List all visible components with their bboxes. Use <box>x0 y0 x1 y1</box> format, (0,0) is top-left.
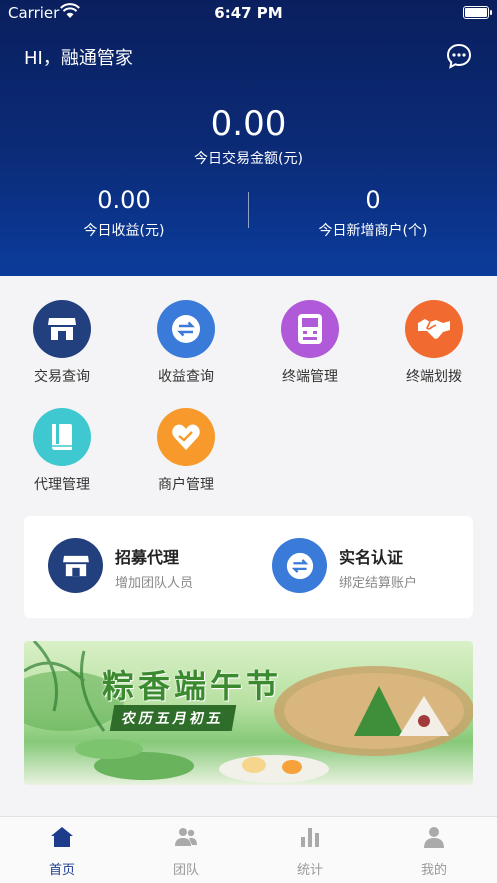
menu-label: 终端管理 <box>282 369 338 385</box>
tab-team[interactable]: 团队 <box>124 825 248 878</box>
tab-profile[interactable]: 我的 <box>372 825 496 878</box>
menu-label: 收益查询 <box>158 369 214 385</box>
new-merchants-stat: 0 今日新增商户(个) <box>249 186 497 240</box>
tab-label: 我的 <box>420 863 447 878</box>
home-icon <box>51 827 73 847</box>
exchange-icon <box>272 538 327 593</box>
card-title: 招募代理 <box>115 548 180 567</box>
store-icon <box>33 300 91 358</box>
store-icon <box>48 538 103 593</box>
tab-label: 统计 <box>296 863 323 878</box>
verification-button[interactable]: 实名认证 绑定结算账户 <box>272 538 462 596</box>
chat-bubble-icon[interactable] <box>445 42 473 70</box>
today-income-stat: 0.00 今日收益(元) <box>0 186 248 240</box>
today-income-label: 今日收益(元) <box>83 223 165 239</box>
new-merchants-label: 今日新增商户(个) <box>318 223 428 239</box>
new-merchants-value: 0 <box>365 186 381 214</box>
greeting: HI，融通管家 <box>24 48 133 69</box>
banner-subtitle: 农历五月初五 <box>109 705 237 731</box>
book-icon <box>33 408 91 466</box>
header: Carrier 6:47 PM HI，融通管家 0.00 今日交易金额(元) 0… <box>0 0 497 276</box>
menu-terminal-management[interactable]: 终端管理 <box>248 300 372 386</box>
tab-label: 首页 <box>48 863 75 878</box>
menu-label: 交易查询 <box>34 369 90 385</box>
status-time: 6:47 PM <box>214 4 283 22</box>
handshake-icon <box>405 300 463 358</box>
today-income-value: 0.00 <box>97 186 151 214</box>
banner-title: 粽香端午节 <box>102 667 283 705</box>
pos-terminal-icon <box>281 300 339 358</box>
menu-label: 商户管理 <box>158 477 214 493</box>
profile-icon <box>424 827 444 848</box>
menu-merchant-management[interactable]: 商户管理 <box>124 408 248 494</box>
tab-stats[interactable]: 统计 <box>248 825 372 878</box>
menu-agent-management[interactable]: 代理管理 <box>0 408 124 494</box>
card-subtitle: 绑定结算账户 <box>339 576 418 591</box>
today-amount-value: 0.00 <box>210 104 287 144</box>
promo-banner[interactable]: 粽香端午节 农历五月初五 <box>24 641 473 785</box>
menu-income-query[interactable]: 收益查询 <box>124 300 248 386</box>
tab-bar: 首页 团队 统计 我的 <box>0 816 497 883</box>
menu-terminal-transfer[interactable]: 终端划拨 <box>372 300 496 386</box>
recruit-agent-button[interactable]: 招募代理 增加团队人员 <box>48 538 248 596</box>
team-icon <box>175 828 197 846</box>
exchange-icon <box>157 300 215 358</box>
menu-transaction-query[interactable]: 交易查询 <box>0 300 124 386</box>
card-subtitle: 增加团队人员 <box>115 576 194 591</box>
heart-icon <box>157 408 215 466</box>
stats-icon <box>301 828 319 847</box>
battery-icon <box>463 6 492 19</box>
tab-home[interactable]: 首页 <box>0 825 124 878</box>
quick-actions-card: 招募代理 增加团队人员 实名认证 绑定结算账户 <box>24 516 473 618</box>
today-amount-label: 今日交易金额(元) <box>194 151 303 167</box>
status-bar: Carrier 6:47 PM <box>0 0 497 26</box>
card-title: 实名认证 <box>339 548 404 567</box>
tab-label: 团队 <box>172 863 199 878</box>
menu-label: 终端划拨 <box>406 369 462 385</box>
menu-label: 代理管理 <box>34 477 90 493</box>
